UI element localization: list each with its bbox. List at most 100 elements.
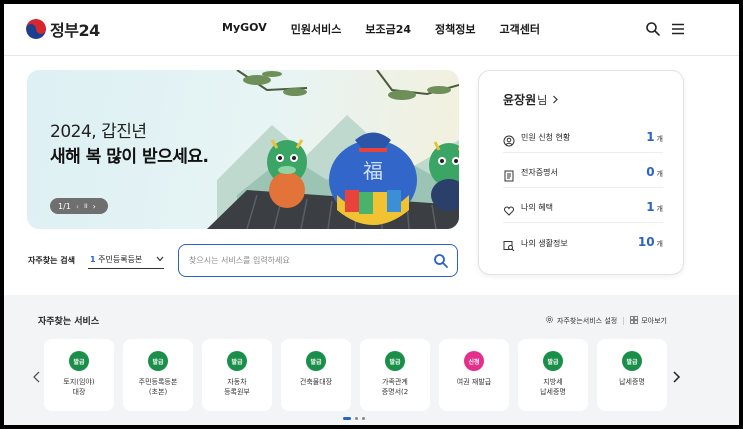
summary-row-life-info[interactable]: 나의 생활정보 10 개	[503, 228, 663, 258]
service-badge: 신청	[464, 351, 484, 371]
site-header: 정부24 MyGOV 민원서비스 보조금24 정책정보 고객센터	[4, 4, 739, 56]
settings-label: 자주찾는서비스 설정	[557, 316, 618, 325]
taegeuk-logo-icon	[26, 19, 46, 39]
services-viewall-button[interactable]: 모아보기	[630, 315, 667, 326]
page-frame: 정부24 MyGOV 민원서비스 보조금24 정책정보 고객센터 福 2024,…	[4, 4, 739, 425]
row-label: 전자증명서	[521, 168, 558, 177]
new-year-illustration: 福	[177, 70, 459, 229]
section-title: 자주찾는 서비스	[38, 317, 100, 327]
bag-character: 福	[363, 159, 383, 183]
banner-title-line1: 2024, 갑진년	[50, 122, 147, 142]
frequent-services-section: 자주찾는 서비스 자주찾는서비스 설정 모아보기 발급 토지(임야) 대장 발급…	[4, 295, 739, 425]
service-card[interactable]: 발급 주민등록등본 (초본)	[123, 339, 193, 411]
row-unit: 개	[656, 135, 663, 143]
frequent-search-label: 자주찾는 검색	[28, 256, 75, 265]
service-card[interactable]: 발급 토지(임야) 대장	[44, 339, 114, 411]
summary-row-benefits[interactable]: 나의 혜택 1 개	[503, 193, 663, 223]
viewall-label: 모아보기	[641, 316, 667, 325]
service-label: 지방세 납세증명	[540, 378, 566, 396]
nav-civil-service[interactable]: 민원서비스	[291, 21, 342, 37]
prev-slide-icon[interactable]	[31, 368, 43, 383]
services-settings-button[interactable]: 자주찾는서비스 설정	[545, 315, 617, 326]
main-nav: MyGOV 민원서비스 보조금24 정책정보 고객센터	[222, 21, 564, 37]
next-slide-icon[interactable]	[670, 368, 682, 383]
services-list: 발급 토지(임야) 대장 발급 주민등록등본 (초본) 발급 자동차 등록원부 …	[44, 339, 667, 411]
divider	[623, 316, 625, 325]
row-unit: 개	[656, 205, 663, 213]
service-label: 주민등록등본 (초본)	[138, 378, 178, 396]
row-count: 1 개	[646, 130, 663, 144]
user-summary-card: 윤장원 님 민원 신청 현황 1 개 전자증명서 0 개 나의 혜택 1 개 나…	[478, 70, 684, 275]
summary-row-e-certificates[interactable]: 전자증명서 0 개	[503, 158, 663, 188]
person-circle-icon	[503, 132, 515, 146]
search-input[interactable]	[189, 253, 429, 267]
row-label: 민원 신청 현황	[521, 133, 571, 142]
services-actions: 자주찾는서비스 설정 모아보기	[545, 315, 667, 326]
gear-icon	[545, 315, 554, 326]
service-card[interactable]: 발급 건축물대장	[281, 339, 351, 411]
row-number: 0	[646, 165, 655, 179]
row-label: 나의 생활정보	[521, 238, 568, 248]
row-count: 10 개	[638, 235, 663, 249]
document-icon	[503, 167, 515, 181]
chevron-right-icon	[552, 93, 559, 107]
service-label: 자동차 등록원부	[224, 378, 250, 396]
heart-icon	[503, 202, 515, 216]
row-count: 0 개	[646, 165, 663, 179]
user-name-suffix: 님	[537, 94, 548, 107]
service-badge: 발급	[385, 351, 405, 371]
nav-policy-info[interactable]: 정책정보	[435, 21, 475, 37]
carousel-dot[interactable]	[355, 417, 358, 420]
service-card[interactable]: 발급 가족관계 증명서(2	[360, 339, 430, 411]
service-card[interactable]: 발급 납세증명	[597, 339, 667, 411]
search-doc-icon	[503, 237, 515, 252]
row-count: 1 개	[646, 200, 663, 214]
service-badge: 발급	[306, 351, 326, 371]
row-label: 나의 혜택	[521, 203, 553, 212]
row-number: 10	[637, 235, 655, 249]
frequent-search-select[interactable]: 1 주민등록등본	[88, 251, 164, 269]
service-badge: 발급	[148, 351, 168, 371]
summary-row-applications[interactable]: 민원 신청 현황 1 개	[503, 123, 663, 153]
banner-page-count: 1/1	[58, 201, 71, 211]
grid-icon	[630, 315, 639, 326]
menu-icon[interactable]	[670, 21, 686, 37]
site-logo[interactable]: 정부24	[26, 17, 100, 41]
service-label: 여권 재발급	[456, 378, 492, 386]
banner-title-line2: 새해 복 많이 받으세요.	[50, 147, 209, 167]
frequent-search-value: 주민등록등본	[98, 255, 143, 264]
frequent-search-number: 1	[90, 255, 96, 264]
row-number: 1	[646, 130, 655, 144]
service-badge: 발급	[622, 351, 642, 371]
search-submit-icon[interactable]	[433, 253, 449, 269]
service-label: 토지(임야) 대장	[63, 378, 95, 396]
chevron-down-icon	[156, 255, 164, 264]
user-name: 윤장원	[503, 93, 537, 107]
row-unit: 개	[656, 240, 663, 248]
frequent-search-value-wrap: 1 주민등록등본	[90, 254, 142, 265]
nav-subsidy24[interactable]: 보조금24	[365, 21, 411, 37]
row-unit: 개	[656, 170, 663, 178]
service-badge: 발급	[227, 351, 247, 371]
service-label: 가족관계 증명서(2	[381, 378, 409, 396]
carousel-dot[interactable]	[362, 417, 365, 420]
row-number: 1	[646, 200, 655, 214]
service-label: 납세증명	[619, 378, 645, 386]
logo-text: 정부24	[50, 21, 100, 40]
nav-mygov[interactable]: MyGOV	[222, 21, 267, 37]
search-box	[178, 244, 458, 277]
service-card[interactable]: 발급 자동차 등록원부	[202, 339, 272, 411]
carousel-dot-active[interactable]	[343, 417, 351, 420]
promo-banner[interactable]: 福 2024, 갑진년 새해 복 많이 받으세요. 1/1 ‹ II ›	[27, 70, 459, 229]
user-name-link[interactable]: 윤장원 님	[503, 91, 559, 108]
nav-customer-center[interactable]: 고객센터	[499, 21, 539, 37]
service-card[interactable]: 신청 여권 재발급	[439, 339, 509, 411]
service-badge: 발급	[543, 351, 563, 371]
prev-arrow-icon[interactable]: ‹	[76, 202, 79, 211]
service-card[interactable]: 발급 지방세 납세증명	[518, 339, 588, 411]
search-icon[interactable]	[645, 21, 661, 37]
next-arrow-icon[interactable]: ›	[93, 202, 96, 211]
banner-pager: 1/1 ‹ II ›	[50, 198, 108, 214]
service-label: 건축물대장	[299, 378, 333, 386]
pause-icon[interactable]: II	[84, 203, 88, 210]
